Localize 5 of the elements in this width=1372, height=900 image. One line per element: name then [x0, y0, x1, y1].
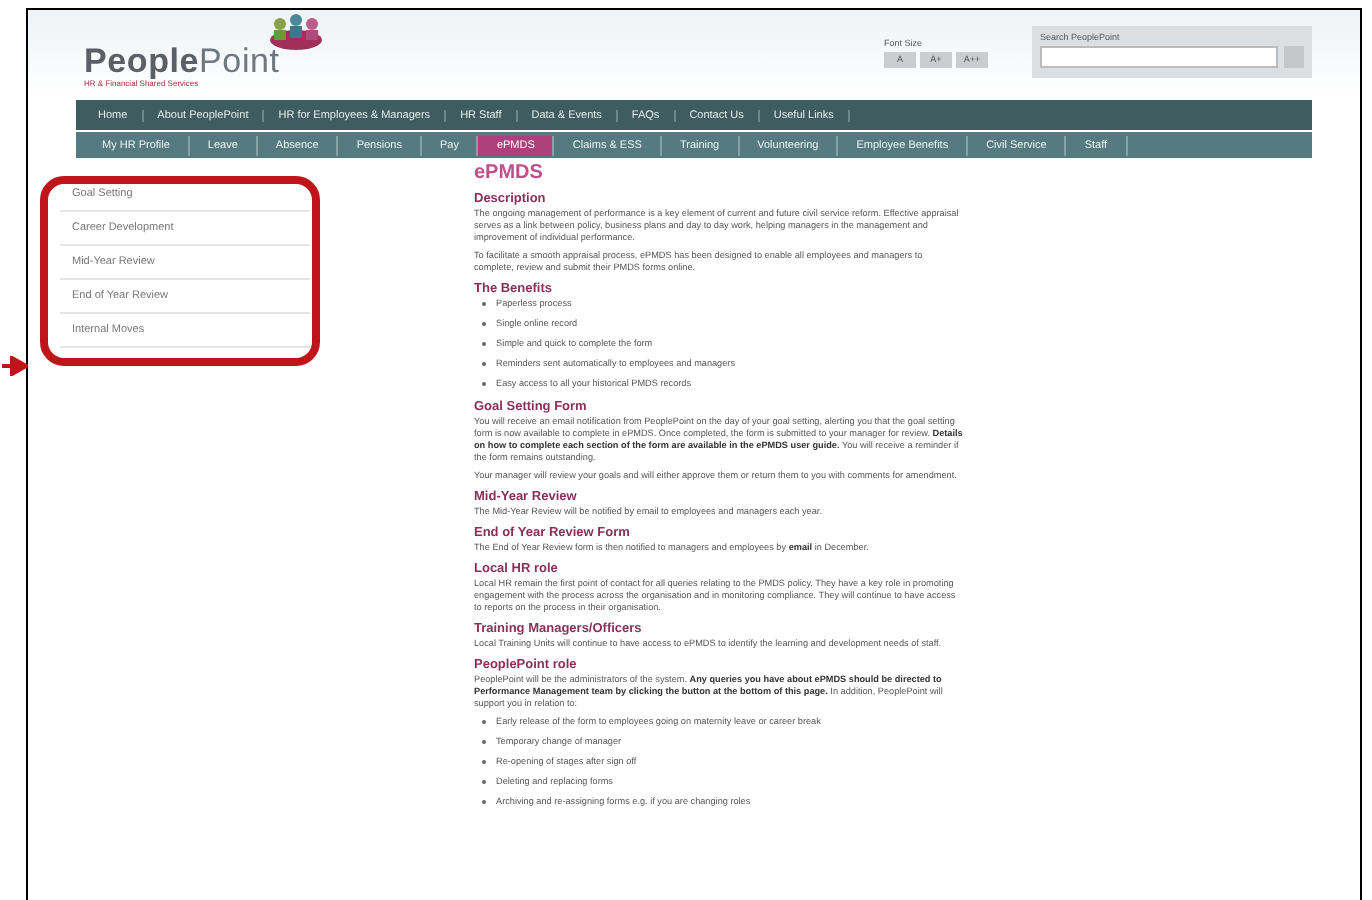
search-button[interactable] [1284, 46, 1304, 68]
site-logo-text[interactable]: PeoplePoint [84, 44, 280, 78]
annotation-arrow [2, 356, 28, 376]
page-title: ePMDS [474, 162, 545, 186]
search-field[interactable] [1040, 46, 1278, 68]
